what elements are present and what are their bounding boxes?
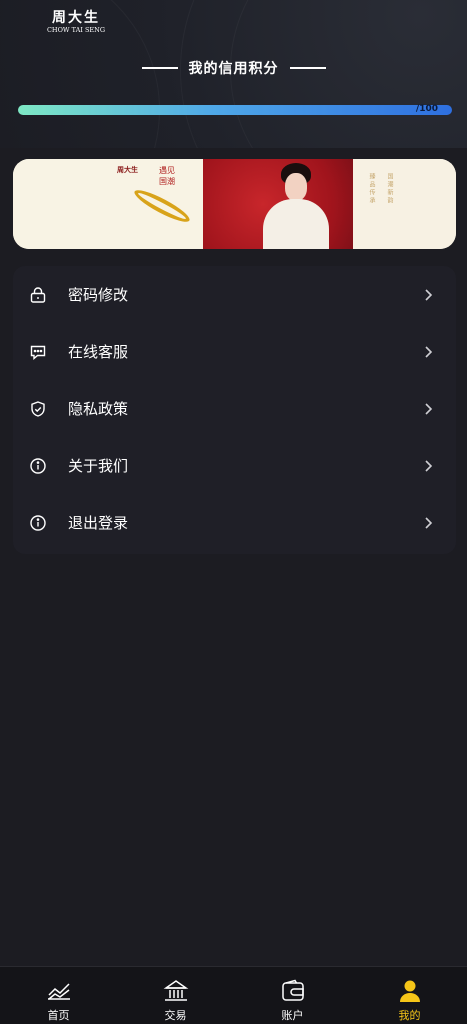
menu-item-about-us[interactable]: 关于我们 [13, 437, 456, 494]
chevron-right-icon [425, 288, 433, 301]
tab-account[interactable]: 账户 [234, 967, 351, 1024]
tab-mine[interactable]: 我的 [351, 967, 467, 1024]
credit-progress-value: /100 [415, 104, 438, 114]
promo-banner[interactable]: 周大生 遇见国潮 臻品传承 国潮新韵 [13, 159, 456, 249]
wallet-icon [282, 979, 304, 1001]
chat-icon [29, 343, 47, 361]
user-icon [400, 980, 420, 1002]
brand-logo-en: CHOW TAI SENG [46, 26, 106, 34]
brand-logo: 周大生 CHOW TAI SENG [46, 10, 106, 38]
banner-side-text-1: 臻品传承 [368, 173, 375, 205]
credit-progress-bar: /100 [18, 104, 452, 115]
bank-icon [163, 980, 189, 1001]
settings-menu: 密码修改 在线客服 隐私政策 关于我们 退出登录 [13, 266, 456, 554]
brand-logo-cn: 周大生 [52, 10, 100, 26]
chevron-right-icon [425, 459, 433, 472]
menu-item-logout[interactable]: 退出登录 [13, 494, 456, 551]
model-image-face [285, 173, 307, 201]
chevron-right-icon [425, 345, 433, 358]
title-divider-right [289, 67, 326, 69]
tab-label: 账户 [281, 1009, 304, 1022]
chevron-right-icon [425, 402, 433, 415]
menu-item-label: 隐私政策 [68, 400, 129, 418]
tab-label: 交易 [164, 1009, 187, 1022]
banner-logo: 周大生 [117, 165, 138, 174]
chevron-right-icon [425, 516, 433, 529]
tab-label: 首页 [47, 1009, 70, 1022]
lock-icon [29, 286, 47, 304]
header-section: 周大生 CHOW TAI SENG 我的信用积分 /100 [0, 0, 467, 148]
banner-side-text-2: 国潮新韵 [386, 173, 393, 205]
chart-line-icon [48, 983, 70, 1000]
bottom-tab-bar: 首页 交易 账户 我的 [0, 966, 467, 1024]
title-divider-left [141, 67, 178, 69]
tab-label: 我的 [398, 1009, 421, 1022]
menu-item-label: 密码修改 [68, 286, 129, 304]
menu-item-label: 退出登录 [68, 514, 129, 532]
credit-score-title: 我的信用积分 [0, 58, 467, 78]
tab-home[interactable]: 首页 [0, 967, 117, 1024]
credit-score-label: 我的信用积分 [188, 61, 279, 77]
menu-item-online-service[interactable]: 在线客服 [13, 323, 456, 380]
menu-item-label: 在线客服 [68, 343, 129, 361]
info-icon [29, 514, 47, 532]
info-icon [29, 457, 47, 475]
shield-icon [29, 400, 47, 418]
tab-trade[interactable]: 交易 [117, 967, 234, 1024]
menu-item-privacy-policy[interactable]: 隐私政策 [13, 380, 456, 437]
menu-item-label: 关于我们 [68, 457, 129, 475]
model-image-body [263, 199, 329, 249]
menu-item-change-password[interactable]: 密码修改 [13, 266, 456, 323]
banner-tagline: 遇见国潮 [159, 166, 175, 186]
